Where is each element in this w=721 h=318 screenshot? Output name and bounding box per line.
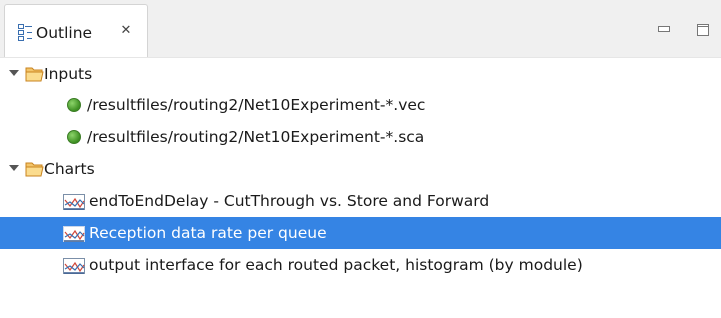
tree-node-inputs[interactable]: Inputs <box>0 58 721 90</box>
tree-node-label: Inputs <box>44 65 93 83</box>
open-folder-icon <box>25 66 45 82</box>
tree-item-input-vec[interactable]: /resultfiles/routing2/Net10Experiment-*.… <box>0 89 721 121</box>
green-dot-icon <box>67 98 81 112</box>
line-chart-icon <box>63 194 85 210</box>
open-folder-icon <box>25 161 45 177</box>
close-icon[interactable]: ✕ <box>119 24 133 38</box>
tab-title: Outline <box>36 24 93 42</box>
line-chart-icon <box>63 258 85 274</box>
tab-outline[interactable]: Outline ✕ <box>4 4 148 57</box>
tree-item-chart-output-interface[interactable]: output interface for each routed packet,… <box>0 249 721 281</box>
tree-item-label: /resultfiles/routing2/Net10Experiment-*.… <box>87 96 426 114</box>
maximize-button[interactable] <box>697 24 709 36</box>
tree-item-chart-endtoenddelay[interactable]: endToEndDelay - CutThrough vs. Store and… <box>0 185 721 217</box>
tree-item-label: endToEndDelay - CutThrough vs. Store and… <box>89 192 490 210</box>
expand-arrow-icon[interactable] <box>9 165 19 171</box>
tree-item-chart-reception-rate[interactable]: Reception data rate per queue <box>0 217 721 249</box>
green-dot-icon <box>67 130 81 144</box>
minimize-button[interactable] <box>658 26 670 32</box>
tree-item-label: output interface for each routed packet,… <box>89 256 583 274</box>
tree-item-label: /resultfiles/routing2/Net10Experiment-*.… <box>87 128 425 146</box>
tree-item-input-sca[interactable]: /resultfiles/routing2/Net10Experiment-*.… <box>0 121 721 153</box>
expand-arrow-icon[interactable] <box>9 70 19 76</box>
view-tab-bar: Outline ✕ <box>0 0 721 58</box>
outline-icon <box>18 24 32 41</box>
line-chart-icon <box>63 226 85 242</box>
tree-node-charts[interactable]: Charts <box>0 153 721 185</box>
tree-node-label: Charts <box>44 160 95 178</box>
outline-view: Outline ✕ Inputs /resultfiles/routing2/N… <box>0 0 721 318</box>
tree-item-label: Reception data rate per queue <box>89 224 327 242</box>
